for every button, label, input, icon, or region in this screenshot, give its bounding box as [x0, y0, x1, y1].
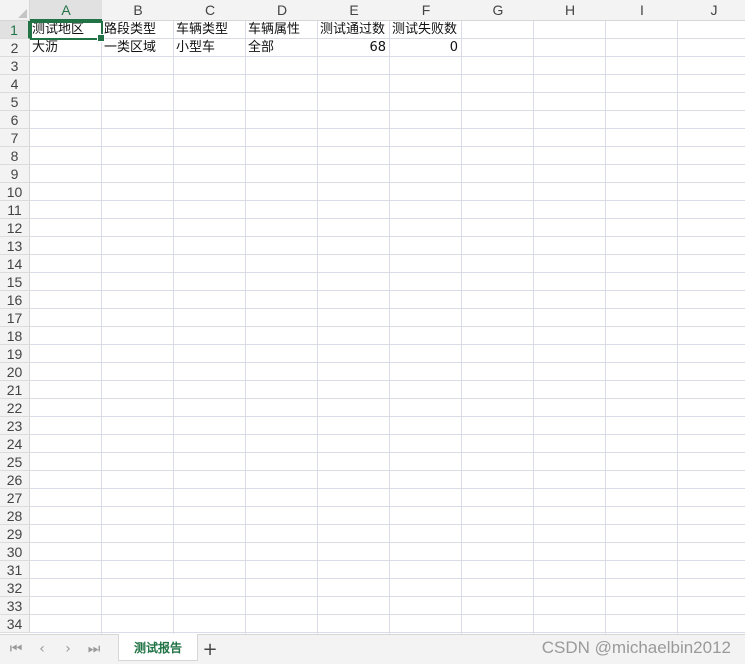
- next-sheet-icon[interactable]: ›: [58, 639, 78, 659]
- gridline-horizontal: [30, 416, 745, 417]
- row-header-3[interactable]: 3: [0, 57, 30, 75]
- cell-b2[interactable]: 一类区域: [102, 39, 173, 57]
- gridline-horizontal: [30, 110, 745, 111]
- gridline-horizontal: [30, 236, 745, 237]
- column-header-i[interactable]: I: [606, 0, 679, 21]
- first-sheet-icon[interactable]: ⏮: [6, 639, 26, 659]
- gridline-horizontal: [30, 578, 745, 579]
- row-header-7[interactable]: 7: [0, 129, 30, 147]
- select-all-triangle-icon: [18, 9, 27, 18]
- row-header-28[interactable]: 28: [0, 507, 30, 525]
- gridline-horizontal: [30, 128, 745, 129]
- gridline-horizontal: [30, 542, 745, 543]
- row-header-4[interactable]: 4: [0, 75, 30, 93]
- row-header-27[interactable]: 27: [0, 489, 30, 507]
- row-header-18[interactable]: 18: [0, 327, 30, 345]
- row-header-22[interactable]: 22: [0, 399, 30, 417]
- cell-c2[interactable]: 小型车: [174, 39, 245, 57]
- gridline-horizontal: [30, 164, 745, 165]
- cell-d2[interactable]: 全部: [246, 39, 317, 57]
- cell-e2[interactable]: 68: [318, 39, 389, 57]
- gridline-horizontal: [30, 200, 745, 201]
- row-header-9[interactable]: 9: [0, 165, 30, 183]
- row-header-23[interactable]: 23: [0, 417, 30, 435]
- gridline-horizontal: [30, 434, 745, 435]
- spreadsheet-grid[interactable]: ABCDEFGHIJ 1 2 3 4 5 6 7 8 9 10 11 12 13 14 15 16 17 18 19…: [0, 0, 745, 634]
- cell-f2[interactable]: 0: [390, 39, 461, 57]
- row-header-6[interactable]: 6: [0, 111, 30, 129]
- row-header-32[interactable]: 32: [0, 579, 30, 597]
- prev-sheet-icon[interactable]: ‹: [32, 639, 52, 659]
- column-header-j[interactable]: J: [678, 0, 745, 21]
- gridline-horizontal: [30, 632, 745, 633]
- select-all-corner[interactable]: [0, 0, 30, 21]
- row-header-5[interactable]: 5: [0, 93, 30, 111]
- column-header-c[interactable]: C: [174, 0, 247, 21]
- row-header-2[interactable]: 2: [0, 39, 30, 57]
- gridline-horizontal: [30, 614, 745, 615]
- gridline-horizontal: [30, 308, 745, 309]
- row-header-10[interactable]: 10: [0, 183, 30, 201]
- row-header-8[interactable]: 8: [0, 147, 30, 165]
- add-sheet-button[interactable]: +: [200, 638, 220, 660]
- gridline-horizontal: [30, 524, 745, 525]
- gridline-horizontal: [30, 344, 745, 345]
- row-header-29[interactable]: 29: [0, 525, 30, 543]
- gridline-horizontal: [30, 488, 745, 489]
- column-header-h[interactable]: H: [534, 0, 607, 21]
- gridline-horizontal: [30, 218, 745, 219]
- last-sheet-icon[interactable]: ⏭: [84, 639, 104, 659]
- column-header-f[interactable]: F: [390, 0, 463, 21]
- gridline-horizontal: [30, 146, 745, 147]
- row-header-16[interactable]: 16: [0, 291, 30, 309]
- row-header-21[interactable]: 21: [0, 381, 30, 399]
- gridline-horizontal: [30, 362, 745, 363]
- gridline-horizontal: [30, 254, 745, 255]
- gridline-horizontal: [30, 290, 745, 291]
- sheet-tab-bar: ⏮ ‹ › ⏭ 测试报告 + CSDN @michaelbin2012: [0, 634, 745, 664]
- row-header-19[interactable]: 19: [0, 345, 30, 363]
- cell-a2[interactable]: 大沥: [30, 39, 101, 57]
- column-header-b[interactable]: B: [102, 0, 175, 21]
- watermark: CSDN @michaelbin2012: [541, 638, 731, 657]
- cell-e1[interactable]: 测试通过数: [318, 21, 389, 39]
- gridline-horizontal: [30, 560, 745, 561]
- cell-d1[interactable]: 车辆属性: [246, 21, 317, 39]
- row-header-20[interactable]: 20: [0, 363, 30, 381]
- gridline-horizontal: [30, 452, 745, 453]
- column-header-d[interactable]: D: [246, 0, 319, 21]
- row-header-34[interactable]: 34: [0, 615, 30, 633]
- row-header-17[interactable]: 17: [0, 309, 30, 327]
- cell-c1[interactable]: 车辆类型: [174, 21, 245, 39]
- column-header-g[interactable]: G: [462, 0, 535, 21]
- row-header-33[interactable]: 33: [0, 597, 30, 615]
- gridline-horizontal: [30, 380, 745, 381]
- row-header-26[interactable]: 26: [0, 471, 30, 489]
- row-header-24[interactable]: 24: [0, 435, 30, 453]
- gridline-horizontal: [30, 74, 745, 75]
- gridline-horizontal: [30, 92, 745, 93]
- row-header-1[interactable]: 1: [0, 21, 30, 39]
- cell-a1[interactable]: 测试地区: [30, 21, 101, 39]
- sheet-tab-test-report[interactable]: 测试报告: [118, 634, 198, 661]
- column-header-e[interactable]: E: [318, 0, 391, 21]
- row-header-25[interactable]: 25: [0, 453, 30, 471]
- row-header-31[interactable]: 31: [0, 561, 30, 579]
- row-header-13[interactable]: 13: [0, 237, 30, 255]
- gridline-horizontal: [30, 596, 745, 597]
- gridline-horizontal: [30, 326, 745, 327]
- cell-b1[interactable]: 路段类型: [102, 21, 173, 39]
- gridline-horizontal: [30, 506, 745, 507]
- row-header-12[interactable]: 12: [0, 219, 30, 237]
- gridline-horizontal: [30, 272, 745, 273]
- column-header-a[interactable]: A: [30, 0, 103, 21]
- row-header-14[interactable]: 14: [0, 255, 30, 273]
- gridline-horizontal: [30, 398, 745, 399]
- row-header-11[interactable]: 11: [0, 201, 30, 219]
- gridline-horizontal: [30, 182, 745, 183]
- cell-f1[interactable]: 测试失败数: [390, 21, 461, 39]
- gridline-horizontal: [30, 470, 745, 471]
- row-header-15[interactable]: 15: [0, 273, 30, 291]
- row-header-30[interactable]: 30: [0, 543, 30, 561]
